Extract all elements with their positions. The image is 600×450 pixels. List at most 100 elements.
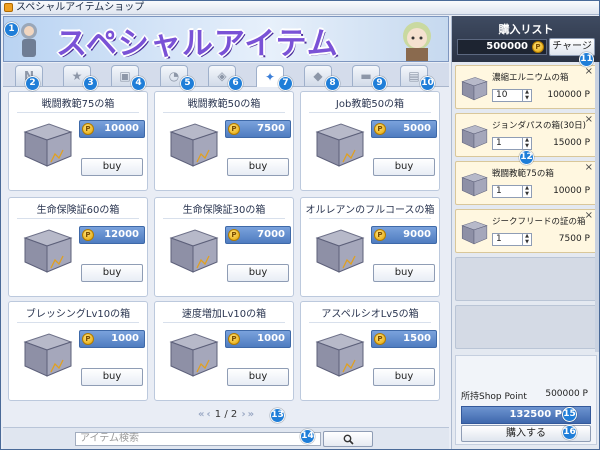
first-page-icon[interactable]: « (198, 409, 204, 420)
item-price: P 7500 (225, 120, 291, 138)
item-card: ブレッシングLv10の箱 P 1000 buy (8, 301, 148, 401)
character-left-icon (21, 23, 37, 57)
cart-item-name: 濃縮エルニウムの箱 (492, 73, 569, 83)
spin-arrows-icon[interactable]: ▲ ▼ (522, 89, 531, 101)
folder-icon: ▬ (360, 69, 372, 83)
cart-item: ジークフリードの証の箱 × 1 ▲ ▼ 7500 P (455, 209, 597, 253)
item-name: ブレッシングLv10の箱 (9, 305, 147, 323)
last-page-icon[interactable]: » (248, 409, 254, 420)
cart-item-price: 7500 P (558, 234, 590, 244)
cart-item-name: ジョンダパスの箱(30日) (492, 121, 586, 131)
callout-badge: 15 (562, 407, 577, 422)
item-name: アスペルシオLv5の箱 (301, 305, 439, 323)
buy-button[interactable]: buy (81, 158, 143, 176)
item-price: P 1500 (371, 330, 437, 348)
remove-item-icon[interactable]: × (585, 162, 593, 173)
title-bar[interactable]: スペシャルアイテムショップ (1, 1, 599, 15)
box-icon (23, 229, 73, 273)
callout-badge: 13 (270, 408, 285, 423)
spin-arrows-icon[interactable]: ▲ ▼ (522, 185, 531, 197)
cart-item: 濃縮エルニウムの箱 × 10 ▲ ▼ 100000 P (455, 65, 597, 109)
gift-box-icon: ▣ (119, 69, 131, 83)
purchase-header: 購入リスト 500000 P チャージ (452, 16, 600, 62)
buy-button[interactable]: buy (81, 368, 143, 386)
coin-icon: P (228, 229, 240, 241)
box-icon (461, 173, 488, 197)
next-page-icon[interactable]: › (241, 409, 245, 420)
search-input[interactable]: アイテム検索 (75, 432, 321, 446)
purchase-panel: 購入リスト 500000 P チャージ 濃縮エルニウムの箱 × 10 ▲ ▼ 100000… (451, 16, 600, 449)
cart-item-price: 10000 P (553, 186, 590, 196)
box-icon (315, 229, 365, 273)
quantity-stepper[interactable]: 10 ▲ ▼ (492, 89, 532, 102)
item-price: P 5000 (371, 120, 437, 138)
page-current: 1 (214, 409, 222, 420)
box-icon (315, 123, 365, 167)
callout-badge: 3 (83, 76, 98, 91)
quantity-stepper[interactable]: 1 ▲ ▼ (492, 185, 532, 198)
remove-item-icon[interactable]: × (585, 210, 593, 221)
item-card: Job教範50の箱 P 5000 buy (300, 91, 440, 191)
coin-icon: P (82, 123, 94, 135)
search-icon (343, 434, 354, 445)
box-icon (169, 229, 219, 273)
cart-scrollbar[interactable] (595, 62, 599, 352)
coin-icon: P (228, 333, 240, 345)
item-price-value: 7500 (257, 123, 285, 134)
buy-button[interactable]: buy (373, 158, 435, 176)
prev-page-icon[interactable]: ‹ (206, 409, 210, 420)
cart-item-price: 15000 P (553, 138, 590, 148)
box-icon (315, 333, 365, 377)
shield-icon: ◈ (217, 69, 227, 83)
item-name: 速度増加Lv10の箱 (155, 305, 293, 323)
item-card: 速度増加Lv10の箱 P 1000 buy (154, 301, 294, 401)
points-value: 500000 (486, 41, 528, 52)
cart-list: 濃縮エルニウムの箱 × 10 ▲ ▼ 100000 P ジョンダパスの箱(30日) × 1 ▲ ▼ 1… (455, 65, 597, 353)
coin-icon: P (82, 333, 94, 345)
item-card: アスペルシオLv5の箱 P 1500 buy (300, 301, 440, 401)
buy-button[interactable]: buy (227, 158, 289, 176)
buy-button[interactable]: buy (227, 264, 289, 282)
pager: «‹ 1 / 2 ›» (5, 407, 447, 423)
item-price-value: 5000 (403, 123, 431, 134)
buy-button[interactable]: buy (81, 264, 143, 282)
callout-badge: 16 (562, 425, 577, 440)
star-icon: ★ (71, 69, 83, 83)
item-price: P 7000 (225, 226, 291, 244)
points-display: 500000 P (457, 39, 547, 55)
quantity-stepper[interactable]: 1 ▲ ▼ (492, 137, 532, 150)
character-right-icon (403, 22, 431, 61)
purchase-list-title: 購入リスト (498, 23, 554, 36)
banner: スペシャルアイテム (3, 16, 449, 62)
spin-arrows-icon[interactable]: ▲ ▼ (522, 137, 531, 149)
item-price-value: 9000 (403, 229, 431, 240)
item-price: P 12000 (79, 226, 145, 244)
remove-item-icon[interactable]: × (585, 114, 593, 125)
item-price-value: 10000 (104, 123, 139, 134)
cart-item-price: 100000 P (547, 90, 590, 100)
buy-button[interactable]: buy (373, 368, 435, 386)
callout-badge: 7 (278, 76, 293, 91)
coin-icon: P (532, 41, 544, 53)
item-name: 生命保険証30の箱 (155, 201, 293, 219)
callout-badge: 9 (372, 76, 387, 91)
buy-button[interactable]: buy (227, 368, 289, 386)
shop-window: スペシャルアイテムショップ スペシャルアイテム N★▣◔◈✦◆▬▤ 戦闘教範75… (0, 0, 600, 450)
box-icon (23, 333, 73, 377)
remove-item-icon[interactable]: × (585, 66, 593, 77)
box-icon (461, 221, 488, 245)
quantity-stepper[interactable]: 1 ▲ ▼ (492, 233, 532, 246)
buy-button[interactable]: buy (373, 264, 435, 282)
callout-badge: 5 (180, 76, 195, 91)
item-card: 生命保険証30の箱 P 7000 buy (154, 197, 294, 297)
item-price: P 1000 (79, 330, 145, 348)
item-price: P 10000 (79, 120, 145, 138)
banner-title: スペシャルアイテム (56, 26, 339, 62)
search-bar: アイテム検索 (3, 427, 449, 449)
search-button[interactable] (323, 431, 373, 447)
page-total: 2 (230, 409, 238, 420)
spin-arrows-icon[interactable]: ▲ ▼ (522, 233, 531, 245)
callout-badge: 11 (579, 52, 594, 67)
callout-badge: 8 (325, 76, 340, 91)
callout-badge: 6 (228, 76, 243, 91)
